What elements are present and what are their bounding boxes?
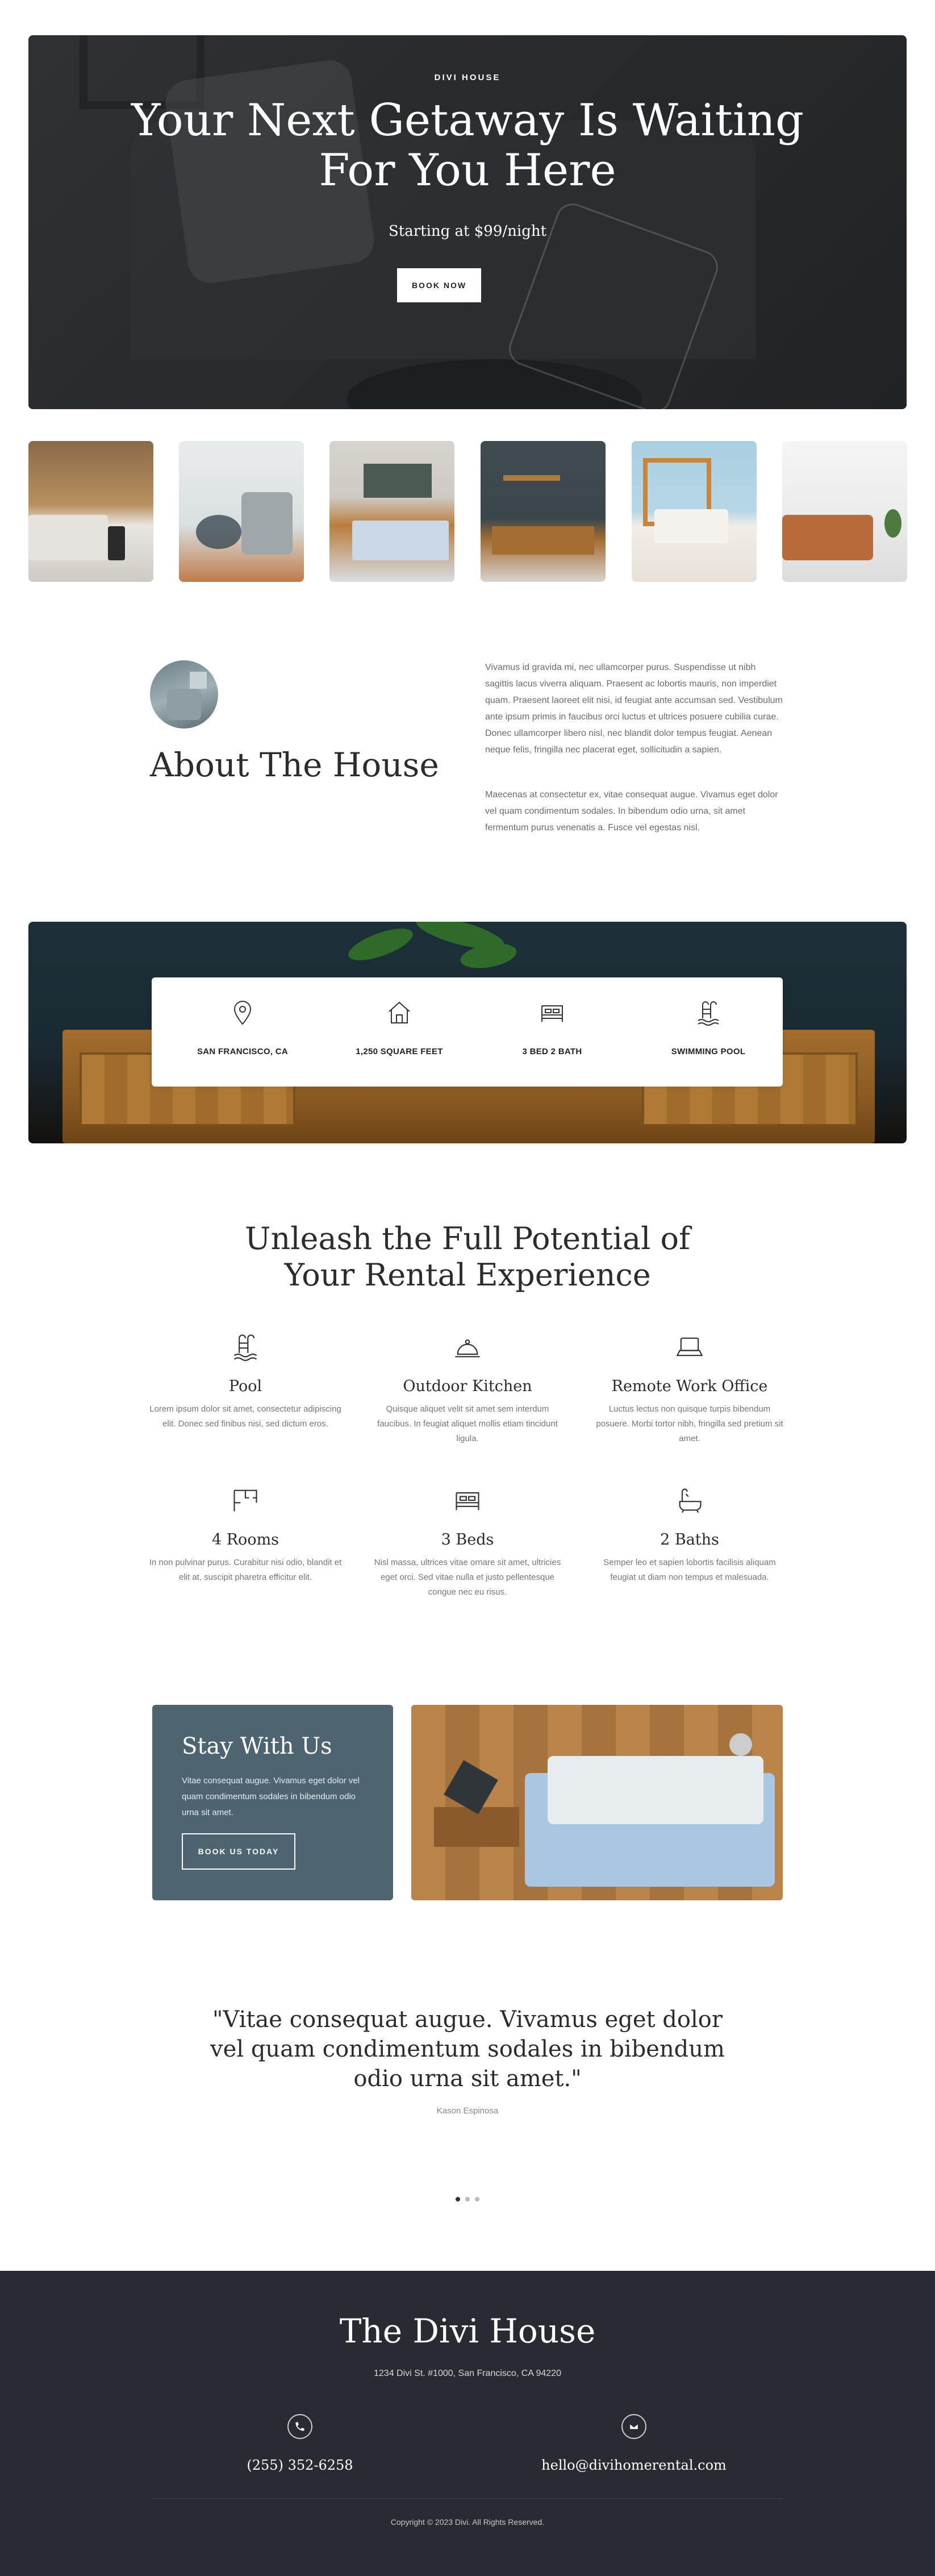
slider-dot-1[interactable] <box>456 2197 460 2202</box>
pool-ladder-icon <box>233 1334 257 1361</box>
map-pin-icon <box>233 1001 252 1025</box>
feature-remote-office: Remote Work Office Luctus lectus non qui… <box>593 1332 786 1446</box>
book-us-today-button[interactable]: BOOK US TODAY <box>182 1833 295 1870</box>
feature-baths: 2 Baths Semper leo et sapien lobortis fa… <box>593 1485 786 1585</box>
email-icon <box>621 2414 646 2439</box>
cloche-icon <box>455 1339 480 1358</box>
gallery-thumb-tv-console[interactable] <box>481 441 606 582</box>
footer-divider <box>152 2498 783 2499</box>
feature-rooms: 4 Rooms In non pulvinar purus. Curabitur… <box>149 1485 342 1585</box>
footer-copyright: Copyright © 2023 Divi. All Rights Reserv… <box>390 2517 545 2527</box>
gallery-thumb-bed-painting[interactable] <box>329 441 454 582</box>
features-title: Unleash the Full Potential of Your Renta… <box>244 1221 691 1293</box>
stay-text: Vitae consequat augue. Vivamus eget dolo… <box>182 1776 360 1817</box>
footer-address: 1234 Divi St. #1000, San Francisco, CA 9… <box>374 2369 561 2378</box>
house-icon <box>389 1001 410 1023</box>
stay-title: Stay With Us <box>182 1733 332 1759</box>
bed-icon <box>541 1005 563 1022</box>
stat-square-feet: 1,250 SQUARE FEET <box>337 977 462 1087</box>
about-title: About The House <box>150 746 439 784</box>
bathtub-icon <box>679 1488 702 1513</box>
stat-location: SAN FRANCISCO, CA <box>180 977 305 1087</box>
phone-icon <box>287 2414 312 2439</box>
gallery-thumb-sofa-window[interactable] <box>782 441 907 582</box>
slider-dot-3[interactable] <box>475 2197 479 2202</box>
feature-beds: 3 Beds Nisl massa, ultrices vitae ornare… <box>371 1485 564 1600</box>
hero-eyebrow: DIVI HOUSE <box>434 73 501 82</box>
feature-pool: Pool Lorem ipsum dolor sit amet, consect… <box>149 1332 342 1431</box>
floor-plan-icon <box>233 1489 257 1512</box>
gallery-thumb-bathroom[interactable] <box>632 441 757 582</box>
hero-title: Your Next Getaway Is Waiting For You Her… <box>131 95 804 196</box>
slider-dot-2[interactable] <box>465 2197 470 2202</box>
about-avatar <box>150 660 218 729</box>
hero-subtitle: Starting at $99/night <box>388 223 547 240</box>
about-paragraph-1: Vivamus id gravida mi, nec ullamcorper p… <box>485 663 783 755</box>
stay-bedroom-image <box>411 1705 783 1900</box>
footer-email[interactable]: hello@divihomerental.com <box>520 2457 748 2473</box>
stat-bed-bath: 3 BED 2 BATH <box>490 977 615 1087</box>
book-now-button[interactable]: BOOK NOW <box>397 268 481 302</box>
property-stats-card: SAN FRANCISCO, CA 1,250 SQUARE FEET 3 BE… <box>152 977 783 1087</box>
bed-icon <box>456 1492 479 1510</box>
stat-pool: SWIMMING POOL <box>646 977 771 1087</box>
gallery-thumb-bedroom-lamp[interactable] <box>28 441 153 582</box>
testimonial-author: Kason Espinosa <box>436 2106 499 2116</box>
feature-outdoor-kitchen: Outdoor Kitchen Quisque aliquet velit si… <box>371 1332 564 1446</box>
footer-title: The Divi House <box>339 2312 596 2350</box>
pool-ladder-icon <box>698 1001 719 1026</box>
gallery-thumb-armchair[interactable] <box>179 441 304 582</box>
hero-banner <box>28 35 907 409</box>
footer-phone[interactable]: (255) 352-6258 <box>186 2457 414 2473</box>
testimonial-quote: "Vitae consequat augue. Vivamus eget dol… <box>210 2007 725 2092</box>
about-paragraph-2: Maecenas at consectetur ex, vitae conseq… <box>485 790 778 833</box>
laptop-icon <box>676 1337 703 1356</box>
